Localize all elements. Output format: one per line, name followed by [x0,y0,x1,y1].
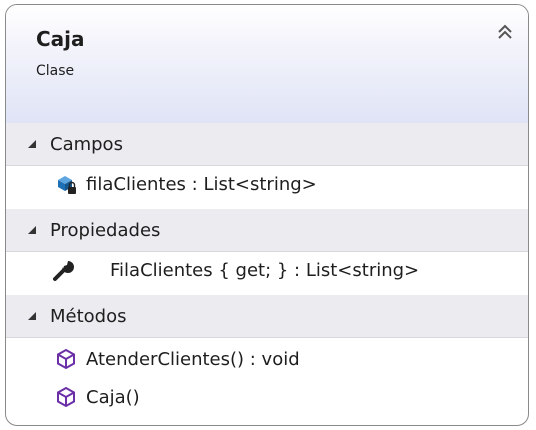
class-header[interactable]: Caja Clase [6,5,528,124]
member-text: AtenderClientes() : void [86,348,300,370]
method-cube-icon [57,348,75,370]
member-text: Caja() [86,386,140,408]
member-property[interactable]: FilaClientes { get; } : List<string> [6,251,528,289]
collapse-triangle-icon[interactable] [27,139,37,149]
member-text: FilaClientes { get; } : List<string> [110,259,420,281]
private-field-icon [58,176,76,194]
member-text: filaClientes : List<string> [86,173,317,195]
method-cube-icon [57,386,75,408]
member-field[interactable]: filaClientes : List<string> [6,165,528,203]
class-shape[interactable]: Caja Clase Campos filaClientes : List<st… [5,4,529,426]
collapse-triangle-icon[interactable] [27,225,37,235]
collapse-triangle-icon[interactable] [27,311,37,321]
section-header-campos[interactable]: Campos [6,123,528,166]
section-header-metodos[interactable]: Métodos [6,295,528,338]
double-chevron-up-icon[interactable] [494,21,516,43]
section-label: Métodos [50,305,127,327]
section-header-propiedades[interactable]: Propiedades [6,209,528,252]
class-name: Caja [36,27,85,51]
member-method[interactable]: Caja() [6,378,528,416]
section-label: Propiedades [50,219,161,241]
wrench-property-icon [53,261,74,281]
section-label: Campos [50,133,123,155]
class-stereotype: Clase [36,63,75,79]
member-method[interactable]: AtenderClientes() : void [6,340,528,378]
